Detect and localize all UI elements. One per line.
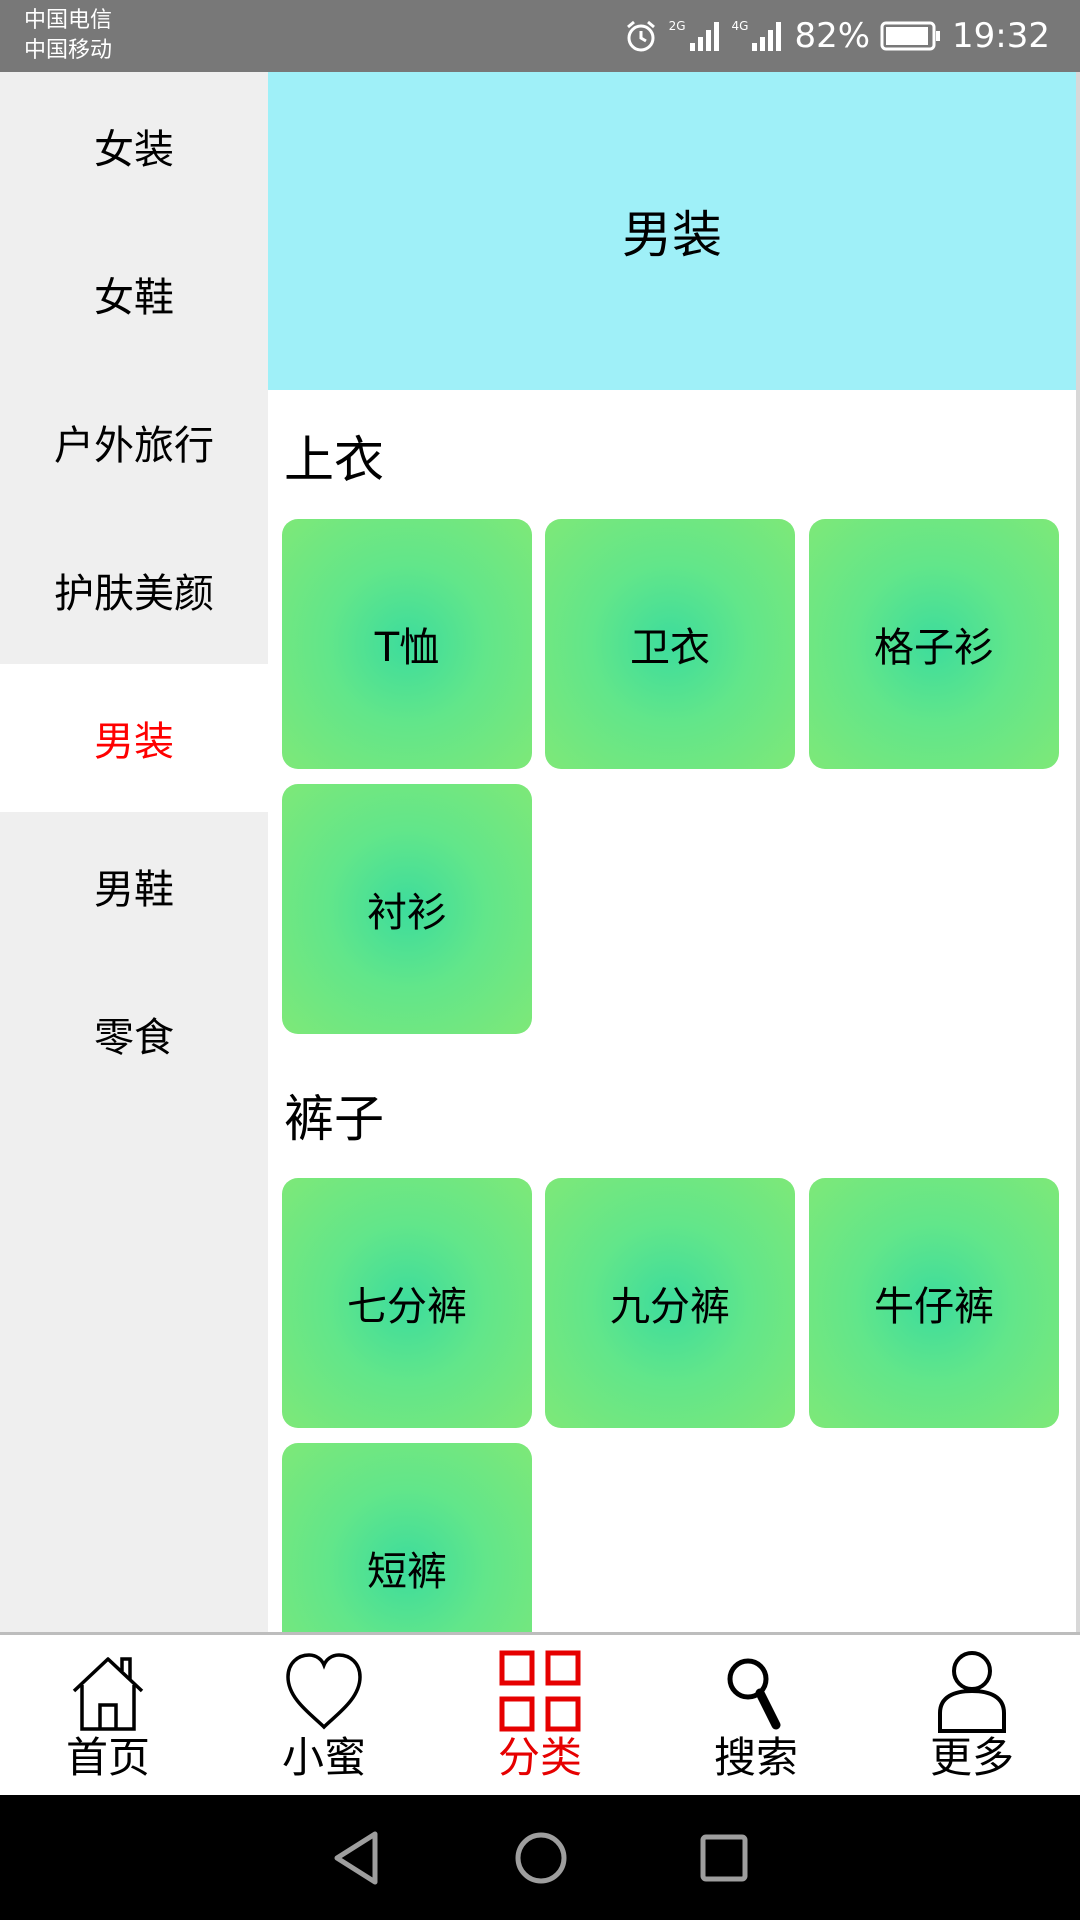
carrier-1: 中国电信 [24,8,113,33]
sidebar-item-womens-clothing[interactable]: 女装 [0,72,268,220]
sidebar-item-skincare-beauty[interactable]: 护肤美颜 [0,516,268,664]
tile-label: 九分裤 [610,1284,730,1330]
subcategory-tile-plaid-shirt[interactable]: 格子衫 [809,519,1059,769]
content-scroll-edge [1076,72,1080,1634]
signal-2g-label: 2G [668,19,686,33]
subcategory-tile-hoodie[interactable]: 卫衣 [545,519,795,769]
sidebar-item-label: 护肤美颜 [54,571,214,617]
sidebar-item-snacks[interactable]: 零食 [0,960,268,1108]
category-sidebar: 女装 女鞋 户外旅行 护肤美颜 男装 男鞋 零食 [0,72,268,1634]
banner-title: 男装 [622,206,722,264]
alarm-icon [623,18,659,54]
sidebar-item-mens-clothing[interactable]: 男装 [0,664,268,812]
sidebar-item-mens-shoes[interactable]: 男鞋 [0,812,268,960]
back-icon[interactable] [331,1830,383,1886]
clock: 19:32 [952,16,1050,56]
tab-label: 首页 [65,1733,150,1782]
carrier-2: 中国移动 [24,38,113,63]
sidebar-item-label: 零食 [94,1015,174,1061]
tile-label: 七分裤 [347,1284,467,1330]
tab-label: 小蜜 [281,1733,366,1782]
tile-label: 格子衫 [874,625,994,671]
system-navigation-bar [0,1795,1080,1920]
tile-label: 卫衣 [630,625,710,671]
subcategory-tile-ankle-pants[interactable]: 九分裤 [545,1178,795,1428]
section-title-pants: 裤子 [284,1090,384,1148]
section-title-tops: 上衣 [284,431,384,489]
sidebar-item-outdoor-travel[interactable]: 户外旅行 [0,368,268,516]
tab-label: 分类 [497,1733,582,1782]
subcategory-tile-jeans[interactable]: 牛仔裤 [809,1178,1059,1428]
status-icons: 2G 4G 82% 19:32 [623,0,1050,72]
tab-home[interactable]: 首页 [0,1635,216,1795]
sidebar-item-label: 男装 [94,719,174,765]
search-icon [714,1649,798,1733]
tab-more[interactable]: 更多 [864,1635,1080,1795]
signal-4g-label: 4G [731,19,749,33]
tab-category[interactable]: 分类 [432,1635,648,1795]
subcategory-tile-shorts[interactable]: 短裤 [282,1443,532,1634]
category-banner: 男装 [268,72,1076,390]
category-content[interactable]: 男装 上衣 T恤 卫衣 格子衫 衬衫 裤子 七分裤 九分裤 牛仔裤 短裤 [268,72,1078,1634]
subcategory-tile-capri-pants[interactable]: 七分裤 [282,1178,532,1428]
user-icon [930,1649,1014,1733]
sidebar-item-label: 户外旅行 [54,423,214,469]
tab-label: 更多 [929,1733,1014,1782]
status-bar: 中国电信 中国移动 2G 4G 82% 19:32 [0,0,1080,72]
carrier-info: 中国电信 中国移动 [24,6,112,66]
sidebar-item-label: 男鞋 [94,867,174,913]
battery-percent: 82% [794,16,871,56]
app-root: 中国电信 中国移动 2G 4G 82% 19:32 女装 女鞋 户外旅行 护肤美… [0,0,1080,1920]
bottom-tab-bar: 首页 小蜜 分类 搜索 更多 [0,1632,1080,1795]
tile-label: 短裤 [367,1549,447,1595]
sidebar-item-label: 女装 [94,127,174,173]
tab-search[interactable]: 搜索 [648,1635,864,1795]
tab-label: 搜索 [713,1733,798,1782]
sidebar-item-womens-shoes[interactable]: 女鞋 [0,220,268,368]
signal-4g-icon: 4G [732,19,785,53]
signal-2g-icon: 2G [669,19,722,53]
sidebar-item-label: 女鞋 [94,275,174,321]
subcategory-tile-shirt[interactable]: 衬衫 [282,784,532,1034]
battery-icon [880,20,942,52]
subcategory-tile-tshirt[interactable]: T恤 [282,519,532,769]
heart-icon [282,1649,366,1733]
tile-label: T恤 [374,625,440,671]
home-circle-icon[interactable] [513,1830,569,1886]
home-icon [66,1649,150,1733]
tab-assistant[interactable]: 小蜜 [216,1635,432,1795]
tile-label: 衬衫 [367,890,447,936]
grid-icon [498,1649,582,1733]
recents-icon[interactable] [699,1833,749,1883]
tile-label: 牛仔裤 [874,1284,994,1330]
